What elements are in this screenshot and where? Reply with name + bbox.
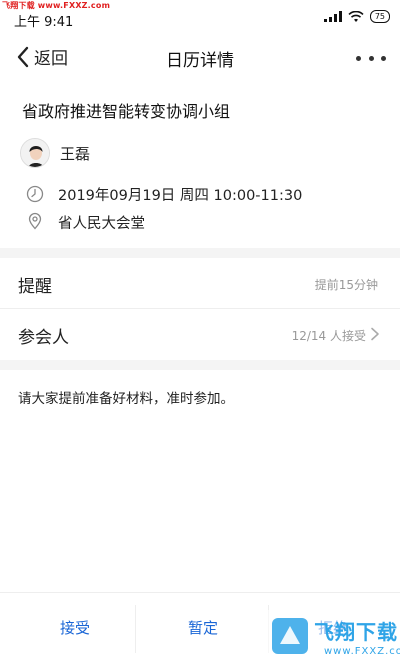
status-time: 上午 9:41 <box>14 15 74 30</box>
watermark-logo: 飞翔下载 www.FXXZ.com <box>264 610 400 667</box>
status-indicators: 75 <box>323 10 390 23</box>
location-pin-icon <box>28 212 42 230</box>
section-gap <box>0 360 400 370</box>
event-title: 省政府推进智能转变协调小组 <box>22 102 231 121</box>
section-gap <box>0 248 400 258</box>
watermark-brand: 飞翔下载 <box>314 620 398 644</box>
more-options-icon[interactable] <box>356 46 386 70</box>
battery-indicator: 75 <box>369 10 390 23</box>
watermark-emblem-icon <box>272 618 308 654</box>
signal-icon <box>323 11 342 22</box>
back-button[interactable]: 返回 <box>16 44 68 69</box>
attendees-label: 参会人 <box>18 328 69 348</box>
attendees-row[interactable]: 参会人 12/14 人接受 <box>0 309 400 359</box>
event-datetime: 2019年09月19日 周四 10:00-11:30 <box>58 188 303 204</box>
event-note: 请大家提前准备好材料，准时参加。 <box>18 391 234 407</box>
nav-bar: 返回 日历详情 <box>0 36 400 82</box>
reminder-label: 提醒 <box>18 277 52 297</box>
organizer: 王磊 <box>20 138 90 168</box>
reminder-value: 提前15分钟 <box>314 278 378 292</box>
back-label: 返回 <box>34 49 68 69</box>
attendees-value: 12/14 人接受 <box>291 329 366 343</box>
watermark-domain: www.FXXZ.com <box>324 646 400 657</box>
organizer-name: 王磊 <box>60 144 91 163</box>
accept-button[interactable]: 接受 <box>8 617 142 638</box>
avatar <box>20 138 50 168</box>
clock-icon <box>26 185 44 203</box>
status-bar: 上午 9:41 75 <box>0 0 400 30</box>
chevron-left-icon <box>17 46 29 67</box>
reminder-row[interactable]: 提醒 提前15分钟 <box>0 258 400 308</box>
tentative-button[interactable]: 暂定 <box>136 617 270 638</box>
wifi-icon <box>348 10 364 22</box>
event-location: 省人民大会堂 <box>58 216 145 232</box>
chevron-right-icon <box>371 327 379 341</box>
